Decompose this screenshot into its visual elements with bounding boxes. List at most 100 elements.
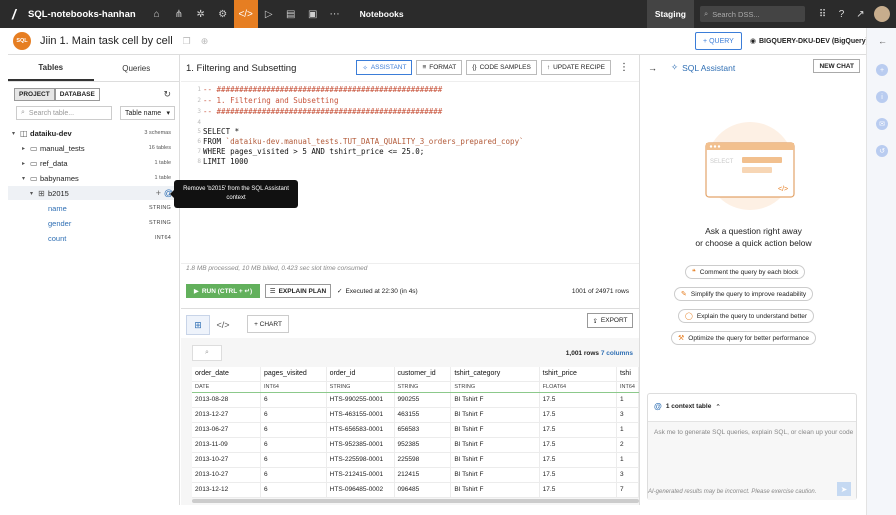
add-icon[interactable]: + [156, 188, 161, 198]
sql-editor[interactable]: 1 -- ###################################… [181, 82, 639, 263]
column-header[interactable]: order_date [192, 367, 261, 382]
table-cell[interactable]: 096485 [394, 482, 452, 498]
table-cell[interactable]: 7 [616, 482, 640, 498]
assistant-button[interactable]: ✧ ASSISTANT [356, 60, 413, 75]
avatar[interactable] [874, 6, 890, 22]
table-cell[interactable]: 17.5 [539, 392, 617, 408]
bundle-icon[interactable]: ▤ [280, 0, 302, 28]
table-cell[interactable]: HTS-096485-0002 [326, 482, 395, 498]
column-header[interactable]: tshi [616, 367, 640, 382]
table-cell[interactable]: 3 [616, 467, 640, 483]
code-samples-button[interactable]: {} CODE SAMPLES [466, 60, 537, 75]
grid-search-icon[interactable]: ⌕ [192, 345, 222, 361]
table-cell[interactable]: 17.5 [539, 407, 617, 423]
context-table-toggle[interactable]: @1 context table ⌃ [654, 402, 721, 411]
table-cell[interactable]: BI Tshirt F [450, 467, 540, 483]
table-cell[interactable]: BI Tshirt F [450, 482, 540, 498]
tree-item-field[interactable]: gender STRING [8, 216, 179, 230]
apps-grid-icon[interactable]: ⠿ [813, 9, 832, 20]
table-cell[interactable]: HTS-952385-0001 [326, 437, 395, 453]
add-chart-button[interactable]: + CHART [247, 315, 289, 333]
table-cell[interactable]: 2 [616, 437, 640, 453]
table-cell[interactable]: 2013-12-27 [192, 407, 261, 423]
quick-action-optimize[interactable]: ⚒ Optimize the query for better performan… [671, 331, 816, 345]
export-button[interactable]: ⇪ EXPORT [587, 313, 633, 328]
history-icon[interactable]: ↺ [876, 145, 888, 157]
table-cell[interactable]: 2013-06-27 [192, 422, 261, 438]
table-row[interactable]: 2013-12-27 6 HTS-463155-0001 463155 BI Tshir… [192, 407, 640, 423]
table-cell[interactable]: HTS-212415-0001 [326, 467, 395, 483]
table-cell[interactable]: 6 [260, 422, 327, 438]
table-cell[interactable]: 17.5 [539, 437, 617, 453]
connection-selector[interactable]: ◉ BIGQUERY-DKU-DEV (BigQuery) [750, 37, 868, 46]
copy-icon[interactable]: ❐ [183, 36, 191, 47]
table-cell[interactable]: 2013-08-28 [192, 392, 261, 408]
tree-item-field[interactable]: name STRING [8, 201, 179, 215]
send-icon[interactable]: ➤ [837, 482, 851, 496]
grid-view-icon[interactable]: ⊞ [186, 315, 210, 335]
table-row[interactable]: 2013-06-27 6 HTS-656583-0001 656583 BI Tshir… [192, 422, 640, 438]
table-row[interactable]: 2013-08-28 6 HTS-990255-0001 990255 BI Tshir… [192, 392, 640, 408]
table-cell[interactable]: 17.5 [539, 482, 617, 498]
project-name[interactable]: SQL-notebooks-hanhan [28, 9, 136, 20]
table-cell[interactable]: 952385 [394, 437, 452, 453]
table-cell[interactable]: 6 [260, 407, 327, 423]
update-recipe-button[interactable]: ↑ UPDATE RECIPE [540, 60, 611, 75]
table-cell[interactable]: 6 [260, 467, 327, 483]
horizontal-scrollbar[interactable] [192, 499, 639, 503]
sort-select[interactable]: Table name ▾ [120, 106, 175, 120]
table-cell[interactable]: 1 [616, 452, 640, 468]
table-cell[interactable]: 212415 [394, 467, 452, 483]
table-row[interactable]: 2013-11-09 6 HTS-952385-0001 952385 BI Tshir… [192, 437, 640, 453]
explain-plan-button[interactable]: ☰ EXPLAIN PLAN [265, 284, 331, 298]
table-cell[interactable]: 225598 [394, 452, 452, 468]
table-cell[interactable]: 1 [616, 392, 640, 408]
add-circle-icon[interactable]: + [876, 64, 888, 76]
table-cell[interactable]: 1 [616, 422, 640, 438]
table-cell[interactable]: 17.5 [539, 452, 617, 468]
table-row[interactable]: 2013-10-27 6 HTS-225598-0001 225598 BI Tshir… [192, 452, 640, 468]
new-chat-button[interactable]: NEW CHAT [813, 59, 860, 73]
table-row[interactable]: 2013-12-12 6 HTS-096485-0002 096485 BI Tshir… [192, 482, 640, 498]
table-cell[interactable]: BI Tshirt F [450, 392, 540, 408]
more-icon[interactable]: ⋯ [324, 0, 346, 28]
refresh-icon[interactable]: ↻ [163, 89, 171, 100]
add-circle-icon[interactable]: ⊕ [201, 36, 209, 47]
table-cell[interactable]: BI Tshirt F [450, 452, 540, 468]
quick-action-comment[interactable]: ❝ Comment the query by each block [685, 265, 806, 279]
collapse-icon[interactable]: ← [878, 36, 887, 46]
table-cell[interactable]: BI Tshirt F [450, 437, 540, 453]
table-cell[interactable]: HTS-990255-0001 [326, 392, 395, 408]
code-icon[interactable]: </> [233, 0, 258, 28]
column-header[interactable]: customer_id [394, 367, 452, 382]
table-cell[interactable]: 2013-10-27 [192, 467, 261, 483]
table-cell[interactable]: 6 [260, 482, 327, 498]
lab-icon[interactable]: ✲ [190, 0, 212, 28]
notebook-title[interactable]: Jiin 1. Main task cell by cell [40, 35, 173, 47]
settings-icon[interactable]: ⚙ [212, 0, 234, 28]
arrow-right-icon[interactable]: → [648, 63, 657, 73]
info-icon[interactable]: i [876, 91, 888, 103]
table-cell[interactable]: 656583 [394, 422, 452, 438]
table-cell[interactable]: HTS-225598-0001 [326, 452, 395, 468]
flow-icon[interactable]: ⋔ [168, 0, 190, 28]
tree-item-table[interactable]: ▾ ⊞ b2015 + @ [8, 186, 179, 200]
dataiku-logo-icon[interactable]: / [0, 0, 28, 28]
table-cell[interactable]: 17.5 [539, 422, 617, 438]
table-cell[interactable]: 6 [260, 392, 327, 408]
table-row[interactable]: 2013-10-27 6 HTS-212415-0001 212415 BI Tshir… [192, 467, 640, 483]
scope-database-button[interactable]: DATABASE [54, 88, 100, 101]
table-cell[interactable]: HTS-656583-0001 [326, 422, 395, 438]
column-header[interactable]: order_id [326, 367, 395, 382]
table-cell[interactable]: BI Tshirt F [450, 422, 540, 438]
format-button[interactable]: ≡ FORMAT [416, 60, 463, 75]
table-search-input[interactable]: ⌕ Search table... [16, 106, 112, 120]
table-cell[interactable]: 6 [260, 437, 327, 453]
tree-item-schema[interactable]: ▾ ▭ babynames 1 table [8, 171, 179, 185]
chat-icon[interactable]: ✉ [876, 118, 888, 130]
tree-item-field[interactable]: count INT64 [8, 231, 179, 245]
scope-project-button[interactable]: PROJECT [14, 88, 55, 101]
help-icon[interactable]: ? [832, 9, 851, 20]
dashboard-icon[interactable]: ▣ [302, 0, 324, 28]
play-icon[interactable]: ▷ [258, 0, 280, 28]
